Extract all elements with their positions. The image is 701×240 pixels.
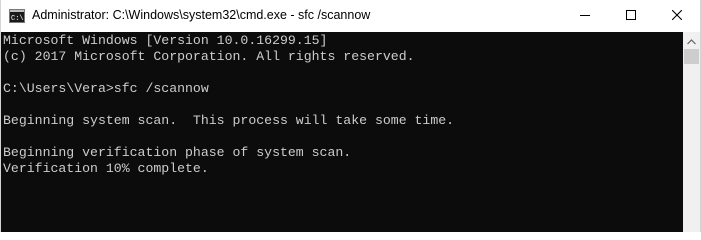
window-title: Administrator: C:\Windows\system32\cmd.e… (32, 8, 371, 22)
svg-text:C:\: C:\ (11, 15, 24, 23)
maximize-button[interactable] (608, 0, 654, 32)
console-line: C:\Users\Vera>sfc /scannow (3, 81, 209, 96)
cmd-icon[interactable]: C:\ (9, 9, 25, 23)
scroll-up-button[interactable] (683, 32, 700, 49)
minimize-button[interactable] (562, 0, 608, 32)
close-button[interactable] (654, 0, 700, 32)
title-bar[interactable]: C:\ Administrator: C:\Windows\system32\c… (1, 0, 700, 32)
console-line: (c) 2017 Microsoft Corporation. All righ… (3, 49, 415, 64)
maximize-icon (626, 7, 636, 25)
close-icon (671, 7, 683, 25)
console-output[interactable]: Microsoft Windows [Version 10.0.16299.15… (1, 32, 683, 232)
minimize-icon (580, 7, 590, 25)
console-line: Verification 10% complete. (3, 161, 209, 176)
cmd-window: C:\ Administrator: C:\Windows\system32\c… (0, 0, 701, 232)
scroll-thumb[interactable] (684, 49, 699, 64)
console-line: Microsoft Windows [Version 10.0.16299.15… (3, 33, 328, 48)
vertical-scrollbar[interactable] (683, 32, 700, 232)
console-line: Beginning system scan. This process will… (3, 113, 455, 128)
console-line: Beginning verification phase of system s… (3, 145, 352, 160)
chevron-up-icon (687, 32, 696, 50)
